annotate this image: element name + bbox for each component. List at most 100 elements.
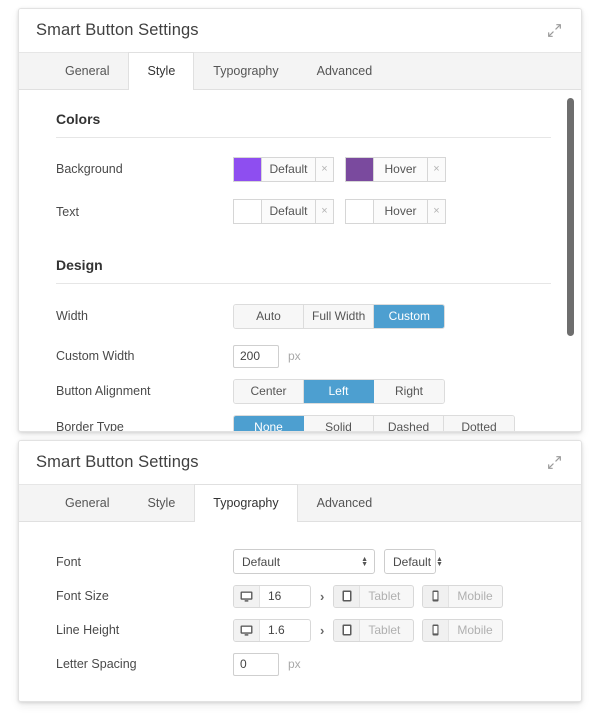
border-type-option-dashed[interactable]: Dashed: [374, 415, 444, 431]
font-size-tablet-field[interactable]: Tablet: [333, 584, 415, 608]
font-family-value: Default: [242, 554, 281, 569]
section-heading-colors: Colors: [56, 111, 101, 127]
width-option-full-width[interactable]: Full Width: [304, 304, 375, 328]
tablet-icon: [334, 619, 361, 641]
row-font: Font Default ▲ ▼ Default ▲ ▼: [39, 544, 553, 579]
row-button-alignment: Button Alignment Center Left Right: [39, 373, 553, 409]
row-custom-width: Custom Width px: [39, 339, 553, 373]
row-letter-spacing: Letter Spacing px: [39, 647, 553, 681]
line-height-desktop-value: 1.6: [268, 622, 285, 637]
color-swatch-background-hover[interactable]: [345, 156, 373, 182]
text-color-controls: Default × Hover ×: [233, 199, 446, 224]
row-line-height: Line Height 1.6 › Tablet Mobile: [39, 613, 553, 647]
color-picker-text-hover: Hover ×: [345, 199, 446, 224]
tab-style[interactable]: Style: [128, 484, 194, 521]
row-border-type: Border Type None Solid Dashed Dotted: [39, 409, 553, 432]
border-type-option-solid[interactable]: Solid: [304, 415, 374, 431]
line-height-separator-chevron-icon[interactable]: ›: [320, 623, 324, 638]
line-height-responsive-group: 1.6 › Tablet Mobile: [233, 618, 504, 642]
tab-style[interactable]: Style: [128, 52, 195, 90]
tab-typography[interactable]: Typography: [194, 52, 297, 89]
expand-diagonal-arrows-icon[interactable]: [543, 452, 565, 474]
line-height-desktop-field[interactable]: 1.6: [233, 618, 311, 642]
row-label-background: Background: [56, 162, 123, 176]
width-option-auto[interactable]: Auto: [234, 304, 304, 328]
tabbar-style-panel: General Style Typography Advanced: [19, 52, 581, 90]
custom-width-input[interactable]: [233, 344, 279, 368]
color-state-label-background-hover[interactable]: Hover: [373, 156, 427, 182]
page-title: Smart Button Settings: [36, 453, 199, 471]
panel-header: Smart Button Settings: [19, 9, 581, 53]
vertical-scrollbar[interactable]: [566, 90, 575, 431]
font-size-mobile-value: Mobile: [457, 588, 493, 603]
expand-diagonal-arrows-icon[interactable]: [543, 20, 565, 42]
clear-color-background-default-icon[interactable]: ×: [315, 156, 334, 182]
font-weight-select[interactable]: Default ▲ ▼: [384, 549, 443, 574]
font-size-desktop-field[interactable]: 16: [233, 584, 311, 608]
color-swatch-text-hover[interactable]: [345, 199, 373, 224]
color-picker-text-default: Default ×: [233, 199, 334, 224]
line-height-tablet-field[interactable]: Tablet: [333, 618, 415, 642]
panel-header: Smart Button Settings: [19, 441, 581, 485]
row-label-button-alignment: Button Alignment: [56, 384, 151, 398]
background-color-controls: Default × Hover ×: [233, 156, 446, 182]
segmented-control-border-type: None Solid Dashed Dotted: [233, 414, 515, 431]
row-label-letter-spacing: Letter Spacing: [56, 657, 137, 671]
alignment-option-center[interactable]: Center: [234, 379, 304, 403]
font-weight-value: Default: [393, 554, 432, 569]
row-label-custom-width: Custom Width: [56, 349, 135, 363]
color-swatch-background-default[interactable]: [233, 156, 261, 182]
page-title: Smart Button Settings: [36, 21, 199, 39]
color-state-label-background-default[interactable]: Default: [261, 156, 315, 182]
tab-general[interactable]: General: [46, 484, 128, 521]
typography-panel-body: Font Default ▲ ▼ Default ▲ ▼ Font Size 1…: [19, 522, 581, 701]
tablet-icon: [334, 585, 361, 607]
clear-color-text-default-icon[interactable]: ×: [315, 199, 334, 224]
letter-spacing-unit: px: [288, 657, 301, 671]
row-font-size: Font Size 16 › Tablet Mobile: [39, 579, 553, 613]
tab-advanced[interactable]: Advanced: [298, 52, 392, 89]
mobile-icon: [423, 619, 450, 641]
row-label-font-size: Font Size: [56, 589, 109, 603]
tabbar-typography-panel: General Style Typography Advanced: [19, 484, 581, 522]
font-family-select[interactable]: Default ▲ ▼: [233, 549, 375, 574]
row-text-color: Text Default × Hover ×: [39, 191, 553, 232]
letter-spacing-input[interactable]: [233, 652, 279, 676]
color-swatch-text-default[interactable]: [233, 199, 261, 224]
line-height-mobile-value: Mobile: [457, 622, 493, 637]
font-size-desktop-value: 16: [268, 588, 282, 603]
row-label-line-height: Line Height: [56, 623, 120, 637]
clear-color-background-hover-icon[interactable]: ×: [427, 156, 446, 182]
color-picker-background-default: Default ×: [233, 156, 334, 182]
scrollbar-thumb[interactable]: [567, 98, 574, 336]
font-size-separator-chevron-icon[interactable]: ›: [320, 589, 324, 604]
row-background-color: Background Default × Hover ×: [39, 138, 553, 191]
line-height-tablet-value: Tablet: [368, 622, 401, 637]
row-label-width: Width: [56, 309, 88, 323]
width-option-custom[interactable]: Custom: [374, 304, 445, 328]
row-label-border-type: Border Type: [56, 420, 124, 432]
mobile-icon: [423, 585, 450, 607]
color-state-label-text-hover[interactable]: Hover: [373, 199, 427, 224]
border-type-option-none[interactable]: None: [234, 415, 304, 431]
tab-general[interactable]: General: [46, 52, 128, 89]
segmented-control-button-alignment: Center Left Right: [233, 378, 445, 404]
color-state-label-text-default[interactable]: Default: [261, 199, 315, 224]
clear-color-text-hover-icon[interactable]: ×: [427, 199, 446, 224]
select-arrows-icon: ▲ ▼: [361, 555, 368, 568]
font-size-responsive-group: 16 › Tablet Mobile: [233, 584, 504, 608]
alignment-option-right[interactable]: Right: [374, 379, 444, 403]
font-size-mobile-field[interactable]: Mobile: [422, 584, 504, 608]
desktop-icon: [234, 619, 260, 641]
border-type-option-dotted[interactable]: Dotted: [444, 415, 514, 431]
segmented-control-width: Auto Full Width Custom: [233, 303, 446, 329]
tab-advanced[interactable]: Advanced: [298, 484, 392, 521]
smart-button-settings-panel-style: Smart Button Settings General Style Typo…: [18, 8, 582, 432]
alignment-option-left[interactable]: Left: [304, 379, 374, 403]
smart-button-settings-panel-typography: Smart Button Settings General Style Typo…: [18, 440, 582, 702]
color-picker-background-hover: Hover ×: [345, 156, 446, 182]
row-label-font: Font: [56, 554, 82, 569]
tab-typography[interactable]: Typography: [194, 484, 298, 522]
line-height-mobile-field[interactable]: Mobile: [422, 618, 504, 642]
select-arrows-icon: ▲ ▼: [436, 555, 443, 568]
